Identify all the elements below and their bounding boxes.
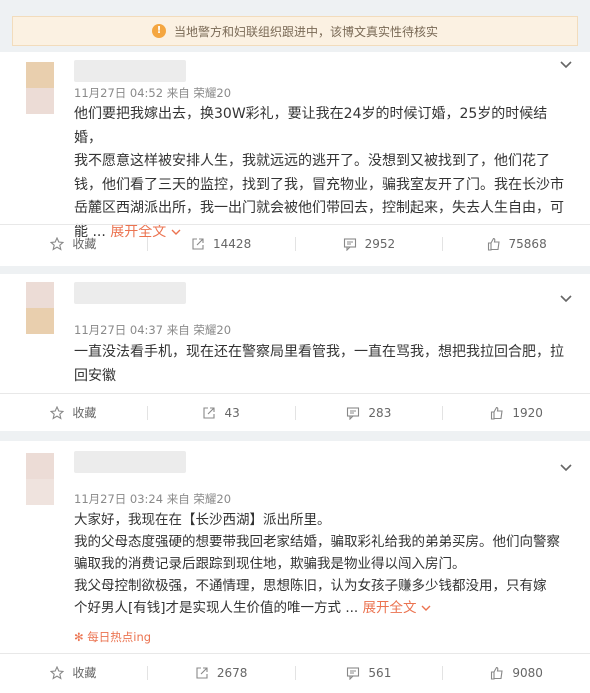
comment-icon [347, 666, 360, 680]
repost-button[interactable]: 2678 [148, 654, 295, 691]
comment-button[interactable]: 2952 [296, 225, 443, 262]
star-icon [50, 405, 65, 420]
username-blurred[interactable] [74, 60, 186, 82]
like-button[interactable]: 75868 [443, 225, 590, 262]
post-text: 他们要把我嫁出去，换30W彩礼，要让我在24岁的时候订婚，25岁的时候结婚， 我… [74, 106, 564, 240]
hot-topic-tag[interactable]: ✻ 每日热点ing [74, 629, 151, 645]
expand-full-text-link[interactable]: 展开全文 [363, 600, 431, 616]
username-blurred[interactable] [74, 282, 186, 304]
repost-icon [196, 666, 208, 679]
chevron-down-icon[interactable] [560, 292, 572, 304]
star-icon [50, 236, 65, 251]
verification-notice: ! 当地警方和妇联组织跟进中，该博文真实性待核实 [12, 16, 578, 46]
thumbs-up-icon [491, 666, 503, 680]
star-icon [50, 665, 65, 680]
post-card: 11月27日 03:24 来自 荣耀20 大家好，我现在在【长沙西湖】派出所里。… [0, 441, 590, 693]
post-text: 一直没法看手机，现在还在警察局里看管我，一直在骂我，想把我拉回合肥，拉 回安徽 [74, 344, 564, 384]
chevron-down-icon [421, 605, 431, 611]
post-actions: 收藏 2678 561 9080 [0, 653, 590, 691]
avatar[interactable] [26, 282, 54, 334]
thumbs-up-icon [487, 237, 500, 251]
notice-text: 当地警方和妇联组织跟进中，该博文真实性待核实 [173, 24, 438, 39]
collect-button[interactable]: 收藏 [0, 654, 147, 691]
post-card: 11月27日 04:52 来自 荣耀20 他们要把我嫁出去，换30W彩礼，要让我… [0, 52, 590, 266]
post-actions: 收藏 43 283 1920 [0, 393, 590, 431]
post-card: 11月27日 04:37 来自 荣耀20 一直没法看手机，现在还在警察局里看管我… [0, 274, 590, 431]
comment-icon [347, 406, 360, 420]
post-meta: 11月27日 03:24 来自 荣耀20 [74, 492, 232, 506]
post-meta: 11月27日 04:52 来自 荣耀20 [74, 86, 232, 100]
repost-button[interactable]: 43 [148, 394, 295, 431]
comment-icon [343, 237, 356, 251]
warning-icon: ! [151, 24, 166, 38]
avatar[interactable] [26, 62, 54, 114]
avatar[interactable] [26, 453, 54, 505]
like-button[interactable]: 1920 [443, 394, 590, 431]
flower-icon: ✻ [74, 630, 84, 644]
post-meta: 11月27日 04:37 来自 荣耀20 [74, 323, 232, 337]
chevron-down-icon[interactable] [560, 461, 572, 473]
like-button[interactable]: 9080 [443, 654, 590, 691]
collect-button[interactable]: 收藏 [0, 394, 147, 431]
collect-button[interactable]: 收藏 [0, 225, 147, 262]
post-text: 大家好，我现在在【长沙西湖】派出所里。 我的父母态度强硬的想要带我回老家结婚，骗… [74, 512, 560, 616]
comment-button[interactable]: 561 [296, 654, 443, 691]
username-blurred[interactable] [74, 451, 186, 473]
comment-button[interactable]: 283 [296, 394, 443, 431]
repost-icon [203, 406, 216, 419]
thumbs-up-icon [491, 406, 503, 420]
post-actions: 收藏 14428 2952 75868 [0, 224, 590, 262]
repost-icon [192, 237, 204, 250]
repost-button[interactable]: 14428 [148, 225, 295, 262]
chevron-down-icon[interactable] [560, 58, 572, 70]
